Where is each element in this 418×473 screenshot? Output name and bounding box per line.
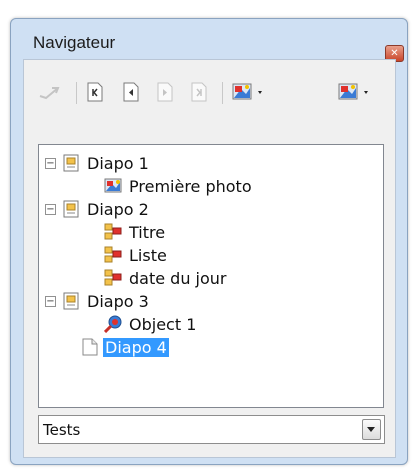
empty-slide-icon <box>82 338 100 356</box>
text-shape-icon <box>104 223 122 241</box>
first-slide-icon[interactable] <box>86 82 104 102</box>
slide-icon <box>63 154 81 172</box>
tree-item-shape[interactable]: Liste <box>39 245 379 267</box>
tree-item-label: date du jour <box>129 269 227 288</box>
image-icon <box>104 177 122 195</box>
tree-item-image[interactable]: Première photo <box>39 176 379 198</box>
tree-item-slide[interactable]: − Diapo 2 <box>39 199 379 221</box>
window-title: Navigateur <box>33 33 116 52</box>
tree-item-label: Première photo <box>129 177 252 196</box>
tree-item-label: Diapo 4 <box>103 338 169 357</box>
ole-object-icon <box>104 315 122 333</box>
drag-mode-icon[interactable] <box>38 82 60 102</box>
collapse-toggle-icon[interactable]: − <box>45 204 56 215</box>
tree-item-slide[interactable]: − Diapo 3 <box>39 291 379 313</box>
text-shape-icon <box>104 269 122 287</box>
tree-item-label: Diapo 1 <box>87 154 149 173</box>
tree-item-slide-selected[interactable]: Diapo 4 <box>39 337 379 359</box>
slide-icon <box>63 200 81 218</box>
tree-item-label: Diapo 3 <box>87 292 149 311</box>
collapse-toggle-icon[interactable]: − <box>45 296 56 307</box>
toolbar-separator <box>76 82 77 104</box>
document-select-value: Tests <box>43 421 81 439</box>
tree-item-shape[interactable]: date du jour <box>39 268 379 290</box>
navigator-tree[interactable]: − Diapo 1 Première photo − Diapo 2 Titre… <box>38 144 384 408</box>
tree-item-slide[interactable]: − Diapo 1 <box>39 153 379 175</box>
slide-icon <box>63 292 81 310</box>
navigator-panel: − Diapo 1 Première photo − Diapo 2 Titre… <box>23 59 396 458</box>
collapse-toggle-icon[interactable]: − <box>45 158 56 169</box>
text-shape-icon <box>104 246 122 264</box>
toolbar-separator <box>222 82 223 104</box>
dropdown-arrow-icon[interactable] <box>362 419 381 440</box>
tree-item-shape[interactable]: Titre <box>39 222 379 244</box>
title-bar[interactable]: Navigateur ✕ <box>11 19 407 62</box>
drag-mode-dropdown-icon[interactable] <box>232 82 268 102</box>
toolbar <box>24 60 395 110</box>
tree-item-label: Liste <box>129 246 167 265</box>
tree-item-label: Object 1 <box>129 315 197 334</box>
document-select[interactable]: Tests <box>38 415 385 444</box>
next-slide-icon[interactable] <box>156 82 174 102</box>
navigator-window: Navigateur ✕ − Diapo 1 Première photo − … <box>10 18 408 465</box>
show-shapes-dropdown-icon[interactable] <box>338 82 374 102</box>
last-slide-icon[interactable] <box>190 82 208 102</box>
tree-item-label: Titre <box>129 223 166 242</box>
tree-item-label: Diapo 2 <box>87 200 149 219</box>
tree-item-object[interactable]: Object 1 <box>39 314 379 336</box>
previous-slide-icon[interactable] <box>122 82 140 102</box>
